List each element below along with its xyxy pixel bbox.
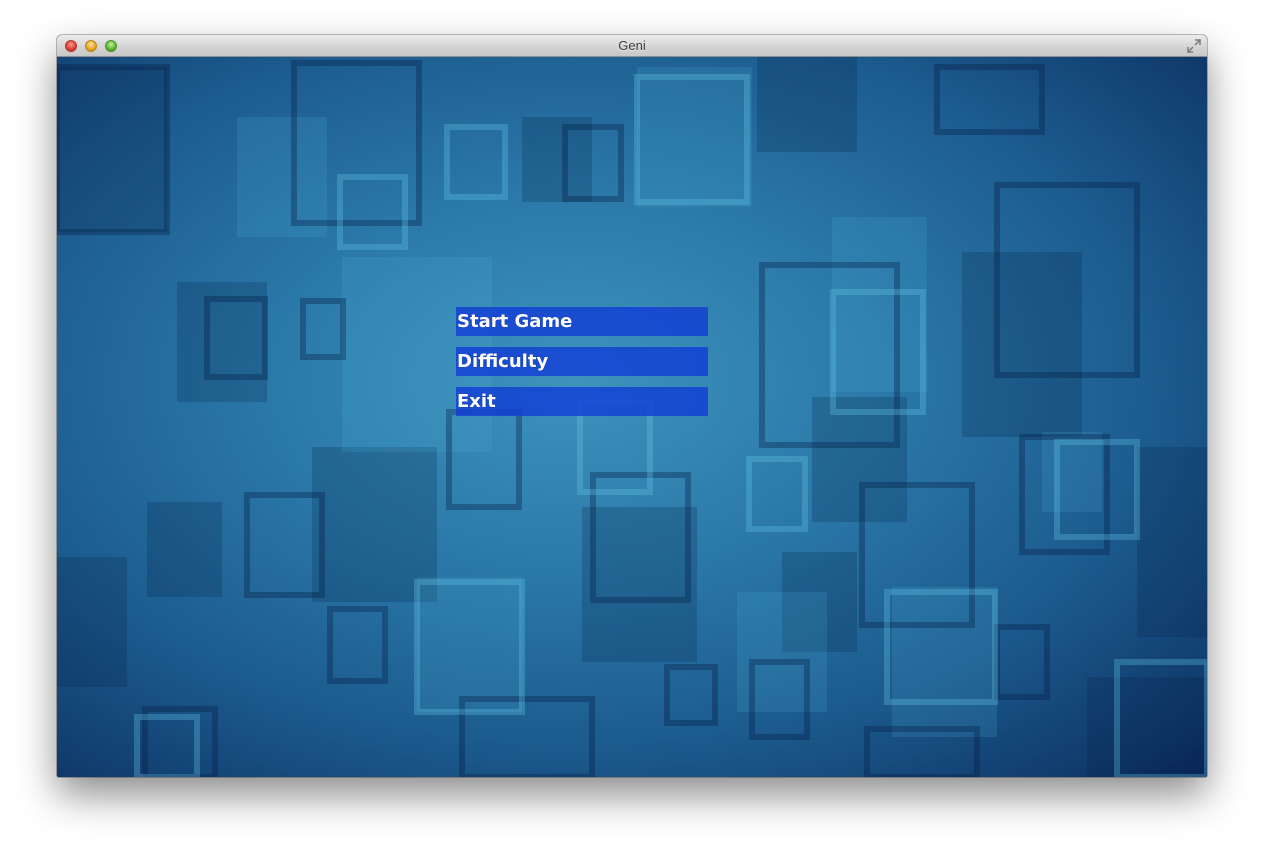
exit-button[interactable]: Exit: [456, 387, 708, 416]
start-game-button[interactable]: Start Game: [456, 307, 708, 336]
window-title: Geni: [618, 38, 646, 53]
main-menu: Start Game Difficulty Exit: [456, 307, 708, 427]
title-bar[interactable]: Geni: [57, 35, 1207, 57]
app-window: Geni Start Game Difficulty Exit: [57, 35, 1207, 777]
fullscreen-icon[interactable]: [1187, 39, 1201, 53]
game-canvas: Start Game Difficulty Exit: [57, 57, 1207, 777]
difficulty-button[interactable]: Difficulty: [456, 347, 708, 376]
